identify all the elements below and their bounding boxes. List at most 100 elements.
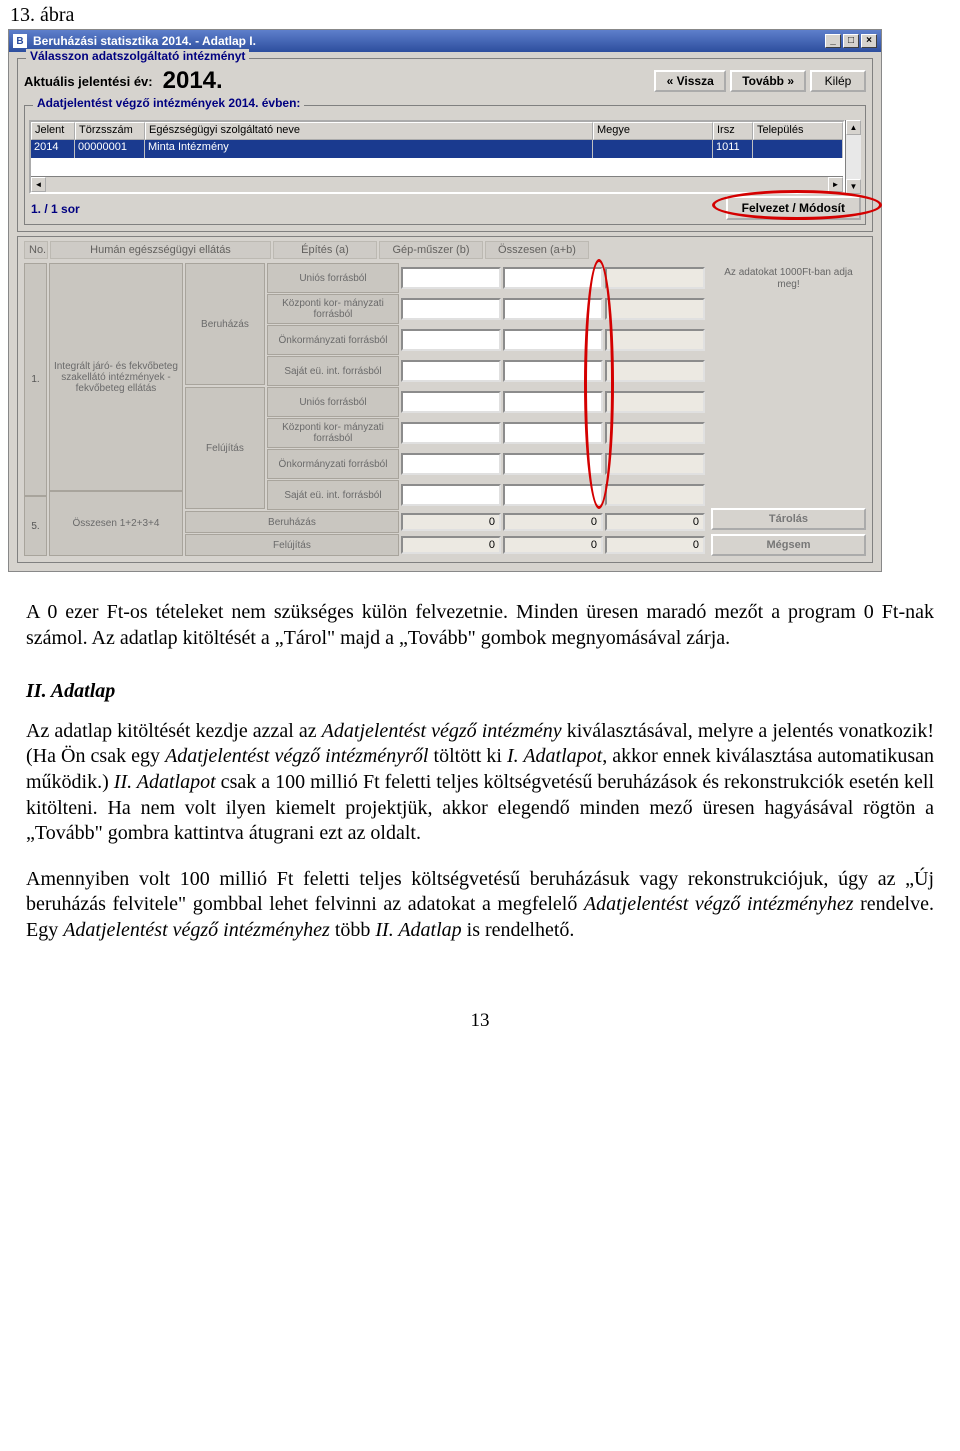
src-onk-1: Önkormányzati forrásból xyxy=(267,325,399,355)
tot-epites-b xyxy=(401,513,501,531)
tot-gep-f xyxy=(503,536,603,554)
cell-irsz: 1011 xyxy=(713,140,753,158)
cat-felujitas: Felújítás xyxy=(185,387,265,509)
src-unios-1: Uniós forrásból xyxy=(267,263,399,293)
section-heading: II. Adatlap xyxy=(26,679,934,705)
exit-button[interactable]: Kilép xyxy=(810,70,866,92)
table-header-row: Jelent Törzsszám Egészségügyi szolgáltat… xyxy=(31,122,843,140)
paragraph-1: A 0 ezer Ft-os tételeket nem szükséges k… xyxy=(26,600,934,651)
col-torzsszam[interactable]: Törzsszám xyxy=(75,122,145,140)
select-provider-group: Válasszon adatszolgáltató intézményt Akt… xyxy=(17,58,873,232)
scroll-up-icon[interactable]: ▲ xyxy=(846,120,861,135)
figure-caption: 13. ábra xyxy=(8,0,952,29)
tot-felujitas-label: Felújítás xyxy=(185,534,399,556)
group-legend: Válasszon adatszolgáltató intézményt xyxy=(26,49,249,63)
input-epites-b-onk[interactable] xyxy=(401,329,501,351)
input-gep-f-unios[interactable] xyxy=(503,391,603,413)
input-gep-b-unios[interactable] xyxy=(503,267,603,289)
document-text: A 0 ezer Ft-os tételeket nem szükséges k… xyxy=(8,572,952,944)
row-count: 1. / 1 sor xyxy=(29,198,82,218)
close-button[interactable]: × xyxy=(861,34,877,48)
input-gep-b-onk[interactable] xyxy=(503,329,603,351)
input-ossz-b-kozp xyxy=(605,298,705,320)
tot-epites-f xyxy=(401,536,501,554)
ellatastext: Integrált járó- és fekvőbeteg szakellátó… xyxy=(49,263,183,491)
scroll-down-icon[interactable]: ▼ xyxy=(846,179,861,194)
cell-megye xyxy=(593,140,713,158)
input-gep-b-sajat[interactable] xyxy=(503,360,603,382)
input-epites-b-unios[interactable] xyxy=(401,267,501,289)
input-ossz-b-sajat xyxy=(605,360,705,382)
hdr-ellatas: Humán egészségügyi ellátás xyxy=(50,241,271,259)
tot-ossz-f xyxy=(605,536,705,554)
src-unios-2: Uniós forrásból xyxy=(267,387,399,417)
src-kozponti-1: Központi kor- mányzati forrásból xyxy=(267,294,399,324)
felvezet-modosit-button[interactable]: Felvezet / Módosít xyxy=(726,196,861,220)
paragraph-3: Amennyiben volt 100 millió Ft feletti te… xyxy=(26,867,934,944)
col-telepules[interactable]: Település xyxy=(753,122,843,140)
providers-subgroup: Adatjelentést végző intézmények 2014. év… xyxy=(24,105,866,225)
col-jelent[interactable]: Jelent xyxy=(31,122,75,140)
app-icon: B xyxy=(13,34,27,48)
next-button[interactable]: Tovább » xyxy=(730,70,806,92)
input-gep-f-sajat[interactable] xyxy=(503,484,603,506)
hdr-ossz: Összesen (a+b) xyxy=(485,241,589,259)
tot-gep-b xyxy=(503,513,603,531)
hdr-no: No. xyxy=(24,241,48,259)
input-ossz-b-unios xyxy=(605,267,705,289)
input-epites-f-kozp[interactable] xyxy=(401,422,501,444)
year-label: Aktuális jelentési év: xyxy=(24,74,153,89)
src-onk-2: Önkormányzati forrásból xyxy=(267,449,399,479)
input-gep-b-kozp[interactable] xyxy=(503,298,603,320)
input-epites-f-sajat[interactable] xyxy=(401,484,501,506)
cell-torzsszam: 00000001 xyxy=(75,140,145,158)
input-ossz-b-onk xyxy=(605,329,705,351)
cell-jelent: 2014 xyxy=(31,140,75,158)
horizontal-scrollbar[interactable]: ◄ ► xyxy=(31,176,843,192)
input-epites-b-sajat[interactable] xyxy=(401,360,501,382)
src-sajat-1: Saját eü. int. forrásból xyxy=(267,356,399,386)
col-megye[interactable]: Megye xyxy=(593,122,713,140)
data-entry-form: No. Humán egészségügyi ellátás Építés (a… xyxy=(17,236,873,563)
hdr-epites: Építés (a) xyxy=(273,241,377,259)
rownum-1: 1. xyxy=(24,263,47,496)
tot-ossz-b xyxy=(605,513,705,531)
col-irsz[interactable]: Irsz xyxy=(713,122,753,140)
paragraph-2: Az adatlap kitöltését kezdje azzal az Ad… xyxy=(26,719,934,847)
rownum-5: 5. xyxy=(24,496,47,556)
vertical-scrollbar[interactable]: ▲ ▼ xyxy=(845,120,861,194)
window-title: Beruházási statisztika 2014. - Adatlap I… xyxy=(33,34,256,48)
input-epites-f-unios[interactable] xyxy=(401,391,501,413)
input-gep-f-onk[interactable] xyxy=(503,453,603,475)
minimize-button[interactable]: _ xyxy=(825,34,841,48)
input-epites-b-kozp[interactable] xyxy=(401,298,501,320)
cell-nev: Minta Intézmény xyxy=(145,140,593,158)
unit-note: Az adatokat 1000Ft-ban adja meg! xyxy=(711,263,866,295)
scroll-left-icon[interactable]: ◄ xyxy=(31,177,46,192)
table-row[interactable]: 2014 00000001 Minta Intézmény 1011 xyxy=(31,140,843,158)
subgroup-legend: Adatjelentést végző intézmények 2014. év… xyxy=(33,96,304,110)
cell-telepules xyxy=(753,140,843,158)
col-nev[interactable]: Egészségügyi szolgáltató neve xyxy=(145,122,593,140)
app-window: B Beruházási statisztika 2014. - Adatlap… xyxy=(8,29,882,572)
input-ossz-f-kozp xyxy=(605,422,705,444)
scroll-right-icon[interactable]: ► xyxy=(828,177,843,192)
input-epites-f-onk[interactable] xyxy=(401,453,501,475)
megsem-button[interactable]: Mégsem xyxy=(711,534,866,556)
page-number: 13 xyxy=(8,964,952,1032)
cat-beruhazas: Beruházás xyxy=(185,263,265,385)
hdr-gep: Gép-műszer (b) xyxy=(379,241,483,259)
back-button[interactable]: « Vissza xyxy=(654,70,726,92)
src-kozponti-2: Központi kor- mányzati forrásból xyxy=(267,418,399,448)
input-gep-f-kozp[interactable] xyxy=(503,422,603,444)
tot-beruhazas-label: Beruházás xyxy=(185,511,399,533)
providers-table: Jelent Törzsszám Egészségügyi szolgáltat… xyxy=(29,120,845,194)
input-ossz-f-onk xyxy=(605,453,705,475)
tarolas-button[interactable]: Tárolás xyxy=(711,508,866,530)
input-ossz-f-sajat xyxy=(605,484,705,506)
src-sajat-2: Saját eü. int. forrásból xyxy=(267,480,399,510)
input-ossz-f-unios xyxy=(605,391,705,413)
year-value: 2014. xyxy=(163,67,223,95)
osszesen-label: Összesen 1+2+3+4 xyxy=(49,491,183,556)
maximize-button[interactable]: □ xyxy=(843,34,859,48)
